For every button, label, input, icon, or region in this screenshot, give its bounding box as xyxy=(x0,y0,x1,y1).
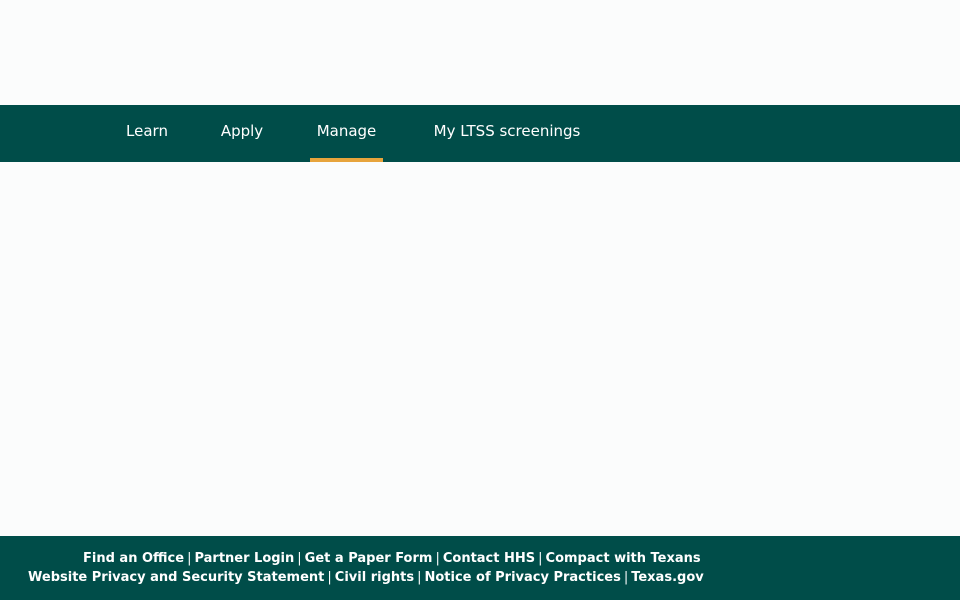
page: Learn Apply Manage My LTSS screenings Fi… xyxy=(0,0,960,600)
footer-link-civil-rights[interactable]: Civil rights xyxy=(335,570,414,585)
footer: Find an Office | Partner Login | Get a Paper… xyxy=(0,536,960,600)
nav-item-my-ltss-screenings[interactable]: My LTSS screenings xyxy=(422,105,592,162)
footer-links-row-2: Website Privacy and Security Statement | C… xyxy=(28,569,704,587)
main-content xyxy=(0,162,960,536)
footer-links-row-1: Find an Office | Partner Login | Get a Paper… xyxy=(83,550,701,568)
footer-link-get-a-paper-form[interactable]: Get a Paper Form xyxy=(305,551,433,566)
header-banner xyxy=(0,0,960,105)
footer-separator: | xyxy=(623,570,629,585)
footer-link-texas-gov[interactable]: Texas.gov xyxy=(631,570,704,585)
footer-link-notice-of-privacy-practices[interactable]: Notice of Privacy Practices xyxy=(424,570,620,585)
footer-separator: | xyxy=(538,551,543,566)
footer-separator: | xyxy=(187,551,192,566)
footer-separator: | xyxy=(417,570,422,585)
main-navigation: Learn Apply Manage My LTSS screenings xyxy=(0,105,960,162)
footer-link-compact-with-texans[interactable]: Compact with Texans xyxy=(546,551,701,566)
footer-separator: | xyxy=(297,551,302,566)
nav-item-manage[interactable]: Manage xyxy=(310,105,383,162)
nav-item-learn[interactable]: Learn xyxy=(118,105,176,162)
footer-link-website-privacy-and-security-statement[interactable]: Website Privacy and Security Statement xyxy=(28,570,324,585)
nav-item-apply[interactable]: Apply xyxy=(214,105,270,162)
footer-separator: | xyxy=(327,570,332,585)
footer-separator: | xyxy=(435,551,440,566)
footer-link-find-an-office[interactable]: Find an Office xyxy=(83,551,184,566)
footer-link-contact-hhs[interactable]: Contact HHS xyxy=(443,551,535,566)
footer-link-partner-login[interactable]: Partner Login xyxy=(194,551,294,566)
